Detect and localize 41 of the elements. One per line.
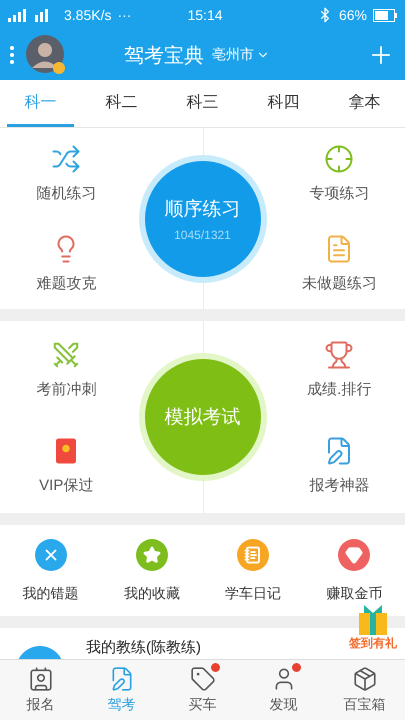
more-indicator: ··· bbox=[117, 7, 132, 23]
menu-item[interactable]: 随机练习 bbox=[36, 184, 96, 203]
battery-percent: 66% bbox=[338, 7, 367, 23]
trophy-icon bbox=[324, 340, 354, 370]
menu-item[interactable]: 成绩.排行 bbox=[307, 380, 372, 398]
gift-icon[interactable] bbox=[356, 603, 390, 635]
battery-icon bbox=[373, 8, 397, 22]
subject-tab[interactable]: 科三 bbox=[169, 80, 236, 127]
notebook-icon bbox=[244, 546, 262, 564]
nav-tab[interactable]: 发现 bbox=[243, 660, 324, 720]
menu-item[interactable]: 难题攻克 bbox=[36, 274, 96, 294]
clock-time: 15:14 bbox=[187, 7, 223, 23]
gem-icon bbox=[345, 546, 364, 564]
shuffle-icon bbox=[51, 144, 82, 174]
shortcut-button[interactable]: 我的错题 bbox=[0, 525, 102, 616]
shortcut-button[interactable]: 学车日记 bbox=[202, 525, 304, 616]
progress-count: 1045/1321 bbox=[174, 228, 231, 242]
menu-item[interactable]: 报考神器 bbox=[309, 476, 370, 494]
nav-tab[interactable]: 买车 bbox=[162, 660, 243, 720]
box-icon bbox=[352, 666, 378, 692]
network-speed: 3.85K/s bbox=[64, 7, 112, 23]
nav-tab[interactable]: 百宝箱 bbox=[324, 660, 405, 720]
menu-item[interactable]: 未做题练习 bbox=[302, 274, 377, 294]
star-icon bbox=[142, 546, 161, 564]
menu-item[interactable]: 专项练习 bbox=[309, 184, 370, 203]
nav-tab[interactable]: 报名 bbox=[0, 660, 81, 720]
menu-item[interactable]: 考前冲刺 bbox=[36, 380, 96, 398]
tag-icon bbox=[190, 666, 216, 692]
subject-tab[interactable]: 科四 bbox=[250, 80, 317, 127]
menu-icon[interactable] bbox=[10, 46, 14, 64]
shortcut-button[interactable]: 我的收藏 bbox=[101, 525, 202, 616]
crosshair-icon bbox=[324, 144, 354, 174]
coach-label[interactable]: 我的教练(陈教练) bbox=[86, 638, 201, 657]
subject-tab[interactable]: 拿本 bbox=[331, 80, 398, 127]
circle-title: 顺序练习 bbox=[164, 198, 240, 222]
menu-item[interactable]: VIP保过 bbox=[39, 476, 94, 494]
subject-tab[interactable]: 科二 bbox=[88, 80, 155, 127]
avatar-icon[interactable] bbox=[26, 35, 66, 75]
circle-title: 模拟考试 bbox=[164, 406, 240, 430]
id-card-icon bbox=[28, 666, 54, 692]
app-title: 驾考宝典 bbox=[124, 44, 204, 68]
